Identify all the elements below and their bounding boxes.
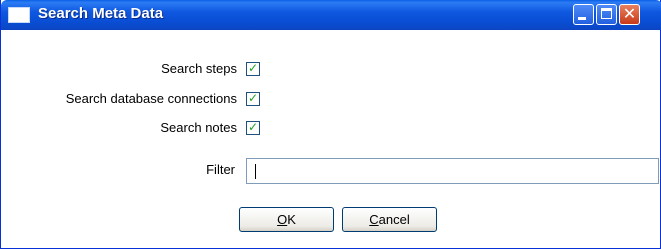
filter-label: Filter	[206, 162, 235, 177]
title-bar[interactable]: Search Meta Data ✕	[1, 0, 661, 30]
minimize-icon	[578, 17, 586, 20]
checkmark-icon: ✓	[248, 61, 259, 75]
search-steps-label: Search steps	[161, 61, 237, 76]
cancel-label-rest: ancel	[378, 212, 410, 227]
ok-button[interactable]: OK	[239, 207, 334, 232]
search-db-connections-checkbox[interactable]: ✓	[246, 91, 260, 106]
text-caret	[255, 164, 256, 179]
checkmark-icon: ✓	[248, 91, 259, 105]
close-icon: ✕	[622, 4, 637, 23]
filter-input[interactable]	[246, 158, 659, 184]
window-title: Search Meta Data	[38, 5, 164, 22]
cancel-button[interactable]: Cancel	[342, 207, 437, 232]
search-notes-label: Search notes	[160, 120, 237, 135]
ok-label-rest: K	[287, 212, 296, 227]
close-button[interactable]: ✕	[619, 4, 640, 25]
checkmark-icon: ✓	[248, 120, 259, 134]
maximize-button[interactable]	[596, 4, 617, 25]
cancel-mnemonic: C	[369, 212, 379, 227]
dialog-window: Search Meta Data ✕ Search steps ✓ Search…	[0, 0, 661, 249]
minimize-button[interactable]	[573, 4, 594, 25]
window-icon	[8, 7, 30, 23]
search-notes-checkbox[interactable]: ✓	[246, 120, 260, 135]
ok-mnemonic: O	[277, 212, 288, 227]
maximize-icon	[601, 8, 612, 19]
search-db-connections-label: Search database connections	[65, 91, 237, 106]
search-steps-checkbox[interactable]: ✓	[246, 61, 260, 76]
